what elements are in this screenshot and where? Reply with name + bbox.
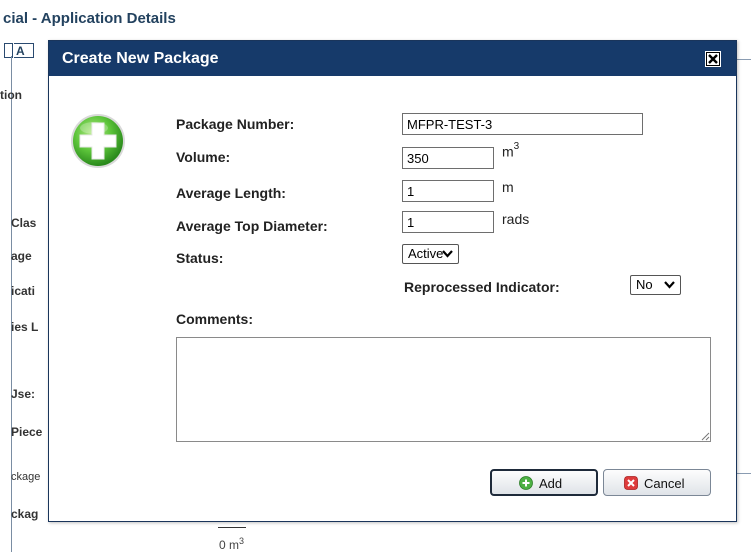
background-volume-value: 0 m3 [219,536,245,552]
cancel-button[interactable]: Cancel [603,469,711,496]
chevron-down-icon [664,281,675,289]
volume-input[interactable] [402,147,494,169]
background-divider [737,59,751,60]
background-field-label: tion [0,88,22,102]
average-length-unit: m [502,179,514,195]
resize-grip-icon[interactable] [700,431,710,441]
background-field-label: Clas [11,216,37,230]
close-button[interactable] [705,51,721,67]
average-top-diameter-label: Average Top Diameter: [176,218,328,234]
average-top-diameter-unit: rads [502,211,530,227]
status-selected-value: Active [408,246,444,261]
background-tab[interactable]: A [14,43,34,58]
background-field-label: Piece [11,425,43,439]
background-field-label: ckage [11,471,41,483]
status-select[interactable]: Active [402,244,459,264]
comments-textarea[interactable] [176,337,711,442]
close-icon [706,52,720,66]
create-package-dialog: Create New Package Package Number: MFPR-… [48,40,737,522]
background-field-label: ies L [11,320,39,334]
comments-label: Comments: [176,311,254,327]
background-field-label: age [11,249,32,263]
cancel-button-label: Cancel [644,476,685,491]
chevron-down-icon [442,250,453,258]
background-page-title: cial - Application Details [3,10,176,27]
background-divider [218,527,246,528]
status-label: Status: [176,250,224,266]
background-field-label: icati [11,284,36,298]
volume-label: Volume: [176,149,231,165]
cancel-icon [624,476,638,490]
green-plus-icon [70,113,126,169]
dialog-title: Create New Package [62,50,219,67]
add-button[interactable]: Add [490,469,598,496]
package-number-input[interactable] [402,113,643,135]
dialog-titlebar[interactable]: Create New Package [49,41,736,76]
add-button-label: Add [539,476,563,491]
background-field-label: Jse: [11,387,36,401]
reprocessed-indicator-label: Reprocessed Indicator: [404,279,560,295]
package-number-label: Package Number: [176,116,295,132]
background-divider [737,473,751,474]
reprocessed-indicator-select[interactable]: No [630,275,681,295]
background-field-label: ckag [11,507,39,521]
reprocessed-indicator-selected-value: No [636,277,653,292]
add-icon [519,476,533,490]
volume-unit: m3 [502,141,520,160]
average-top-diameter-input[interactable] [402,211,494,233]
background-tab-strip: A [0,38,48,58]
average-length-input[interactable] [402,180,494,202]
average-length-label: Average Length: [176,185,286,201]
